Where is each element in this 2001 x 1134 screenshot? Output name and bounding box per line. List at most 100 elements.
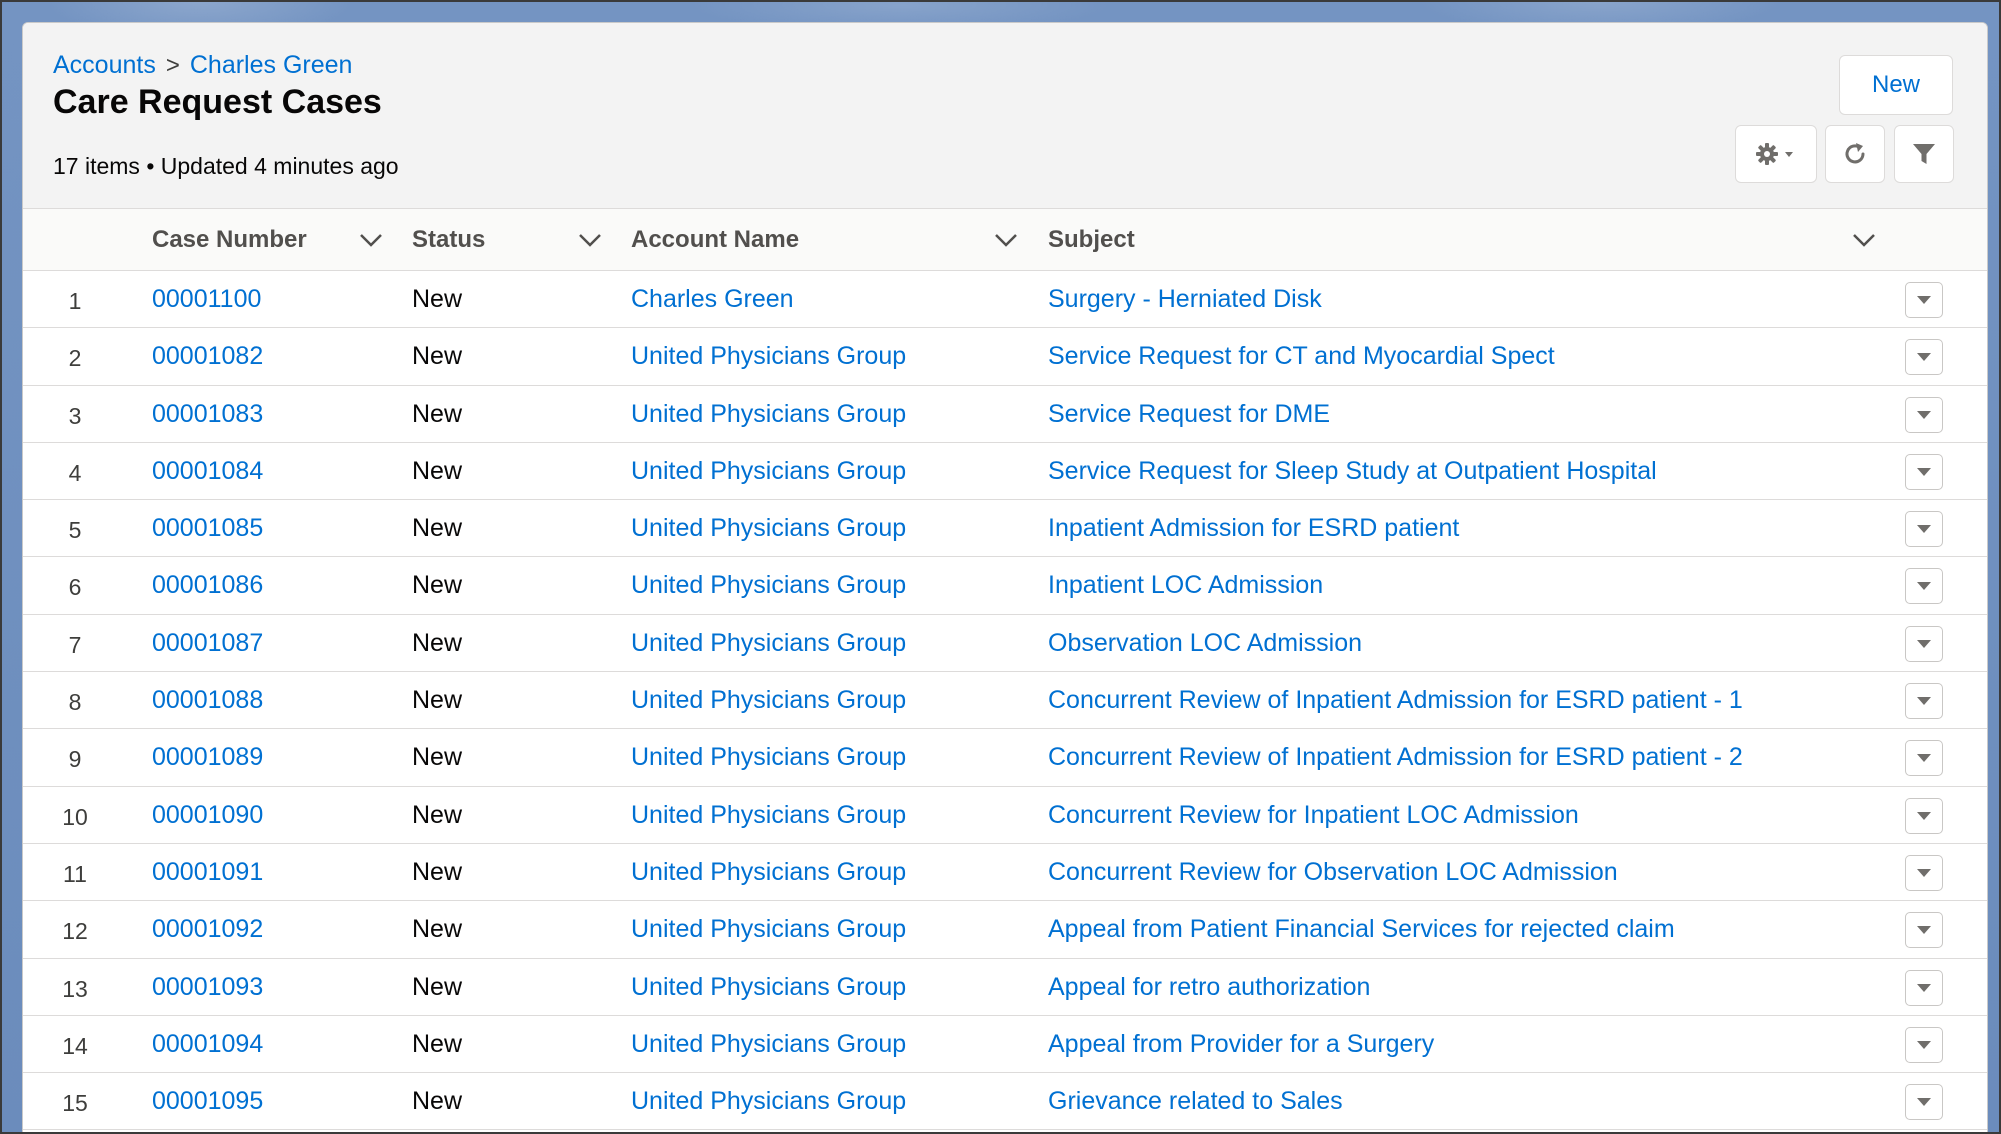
status-value: New	[412, 628, 463, 657]
subject-link[interactable]: Inpatient Admission for ESRD patient	[1048, 500, 1459, 557]
account-name-link[interactable]: United Physicians Group	[631, 386, 906, 443]
case-number-link[interactable]: 00001087	[152, 615, 263, 672]
case-number-link[interactable]: 00001088	[152, 672, 263, 729]
row-actions-button[interactable]	[1905, 339, 1943, 376]
row-number: 7	[68, 631, 82, 658]
status-value: New	[412, 342, 463, 371]
row-number: 4	[68, 459, 82, 486]
subject-link[interactable]: Concurrent Review for Observation LOC Ad…	[1048, 844, 1618, 901]
case-number-link[interactable]: 00001082	[152, 328, 263, 385]
case-number-link[interactable]: 00001100	[152, 271, 261, 328]
account-name-link[interactable]: United Physicians Group	[631, 959, 906, 1016]
row-actions-button[interactable]	[1905, 568, 1943, 605]
table-row: 15 00001095 New United Physicians Group Grie…	[23, 1073, 1987, 1131]
account-name-link[interactable]: United Physicians Group	[631, 901, 906, 958]
account-name-link[interactable]: United Physicians Group	[631, 787, 906, 844]
subject-link[interactable]: Service Request for DME	[1048, 386, 1330, 443]
status-value: New	[412, 514, 463, 543]
subject-link[interactable]: Observation LOC Admission	[1048, 615, 1362, 672]
column-header-subject[interactable]: Subject	[1048, 209, 1135, 271]
row-actions-button[interactable]	[1905, 1026, 1943, 1063]
subject-link[interactable]: Appeal for retro authorization	[1048, 959, 1370, 1016]
row-actions-button[interactable]	[1905, 453, 1943, 490]
chevron-down-icon[interactable]	[993, 229, 1019, 251]
table-row: 7 00001087 New United Physicians Group Obser…	[23, 615, 1987, 673]
status-value: New	[412, 857, 463, 886]
new-button[interactable]: New	[1839, 55, 1953, 115]
list-settings-button[interactable]	[1735, 125, 1817, 183]
caret-down-icon	[1917, 811, 1931, 820]
chevron-down-icon[interactable]	[577, 229, 603, 251]
case-number-link[interactable]: 00001093	[152, 959, 263, 1016]
case-number-link[interactable]: 00001084	[152, 443, 263, 500]
account-name-link[interactable]: United Physicians Group	[631, 844, 906, 901]
case-number-link[interactable]: 00001089	[152, 729, 263, 786]
case-number-link[interactable]: 00001085	[152, 500, 263, 557]
row-number: 12	[62, 918, 88, 945]
column-header-status[interactable]: Status	[412, 209, 485, 271]
account-name-link[interactable]: United Physicians Group	[631, 443, 906, 500]
row-actions-button[interactable]	[1905, 396, 1943, 433]
subject-link[interactable]: Surgery - Herniated Disk	[1048, 271, 1322, 328]
table-row: 12 00001092 New United Physicians Group Appe…	[23, 901, 1987, 959]
row-number: 5	[68, 517, 82, 544]
list-view-card: Accounts > Charles Green Care Request Ca…	[22, 22, 1988, 1134]
caret-down-icon	[1917, 353, 1931, 362]
account-name-link[interactable]: United Physicians Group	[631, 672, 906, 729]
column-header-case-number[interactable]: Case Number	[152, 209, 307, 271]
row-actions-button[interactable]	[1905, 797, 1943, 834]
row-actions-button[interactable]	[1905, 854, 1943, 891]
row-actions-button[interactable]	[1905, 625, 1943, 662]
column-header-account-name[interactable]: Account Name	[631, 209, 799, 271]
status-value: New	[412, 686, 463, 715]
chevron-down-icon[interactable]	[358, 229, 384, 251]
row-actions-button[interactable]	[1905, 912, 1943, 949]
status-value: New	[412, 915, 463, 944]
subject-link[interactable]: Appeal from Patient Financial Services f…	[1048, 901, 1675, 958]
refresh-button[interactable]	[1825, 125, 1885, 183]
subject-link[interactable]: Grievance related to Sales	[1048, 1073, 1343, 1130]
case-number-link[interactable]: 00001091	[152, 844, 263, 901]
account-name-link[interactable]: United Physicians Group	[631, 328, 906, 385]
caret-down-icon	[1917, 868, 1931, 877]
subject-link[interactable]: Appeal from Provider for a Surgery	[1048, 1016, 1434, 1073]
caret-down-icon	[1917, 926, 1931, 935]
breadcrumb-account-link[interactable]: Charles Green	[190, 51, 353, 80]
status-value: New	[412, 571, 463, 600]
row-actions-button[interactable]	[1905, 740, 1943, 777]
case-number-link[interactable]: 00001083	[152, 386, 263, 443]
case-number-link[interactable]: 00001086	[152, 557, 263, 614]
row-number: 10	[62, 803, 88, 830]
subject-link[interactable]: Concurrent Review for Inpatient LOC Admi…	[1048, 787, 1579, 844]
account-name-link[interactable]: United Physicians Group	[631, 557, 906, 614]
breadcrumb-accounts-link[interactable]: Accounts	[53, 51, 156, 80]
caret-down-icon	[1917, 983, 1931, 992]
subject-link[interactable]: Service Request for CT and Myocardial Sp…	[1048, 328, 1555, 385]
refresh-icon	[1841, 140, 1869, 168]
account-name-link[interactable]: United Physicians Group	[631, 729, 906, 786]
subject-link[interactable]: Inpatient LOC Admission	[1048, 557, 1323, 614]
filter-button[interactable]	[1894, 125, 1954, 183]
account-name-link[interactable]: United Physicians Group	[631, 615, 906, 672]
row-actions-button[interactable]	[1905, 683, 1943, 720]
status-value: New	[412, 743, 463, 772]
account-name-link[interactable]: Charles Green	[631, 271, 794, 328]
row-actions-button[interactable]	[1905, 969, 1943, 1006]
subject-link[interactable]: Service Request for Sleep Study at Outpa…	[1048, 443, 1657, 500]
account-name-link[interactable]: United Physicians Group	[631, 1016, 906, 1073]
account-name-link[interactable]: United Physicians Group	[631, 1073, 906, 1130]
row-actions-button[interactable]	[1905, 1084, 1943, 1121]
caret-down-icon	[1917, 582, 1931, 591]
account-name-link[interactable]: United Physicians Group	[631, 500, 906, 557]
case-number-link[interactable]: 00001095	[152, 1073, 263, 1130]
case-number-link[interactable]: 00001094	[152, 1016, 263, 1073]
row-actions-button[interactable]	[1905, 282, 1943, 318]
subject-link[interactable]: Concurrent Review of Inpatient Admission…	[1048, 672, 1743, 729]
caret-down-icon	[1917, 1040, 1931, 1049]
list-meta-info: 17 items • Updated 4 minutes ago	[53, 153, 399, 179]
chevron-down-icon[interactable]	[1851, 229, 1877, 251]
case-number-link[interactable]: 00001090	[152, 787, 263, 844]
subject-link[interactable]: Concurrent Review of Inpatient Admission…	[1048, 729, 1743, 786]
row-actions-button[interactable]	[1905, 511, 1943, 548]
case-number-link[interactable]: 00001092	[152, 901, 263, 958]
